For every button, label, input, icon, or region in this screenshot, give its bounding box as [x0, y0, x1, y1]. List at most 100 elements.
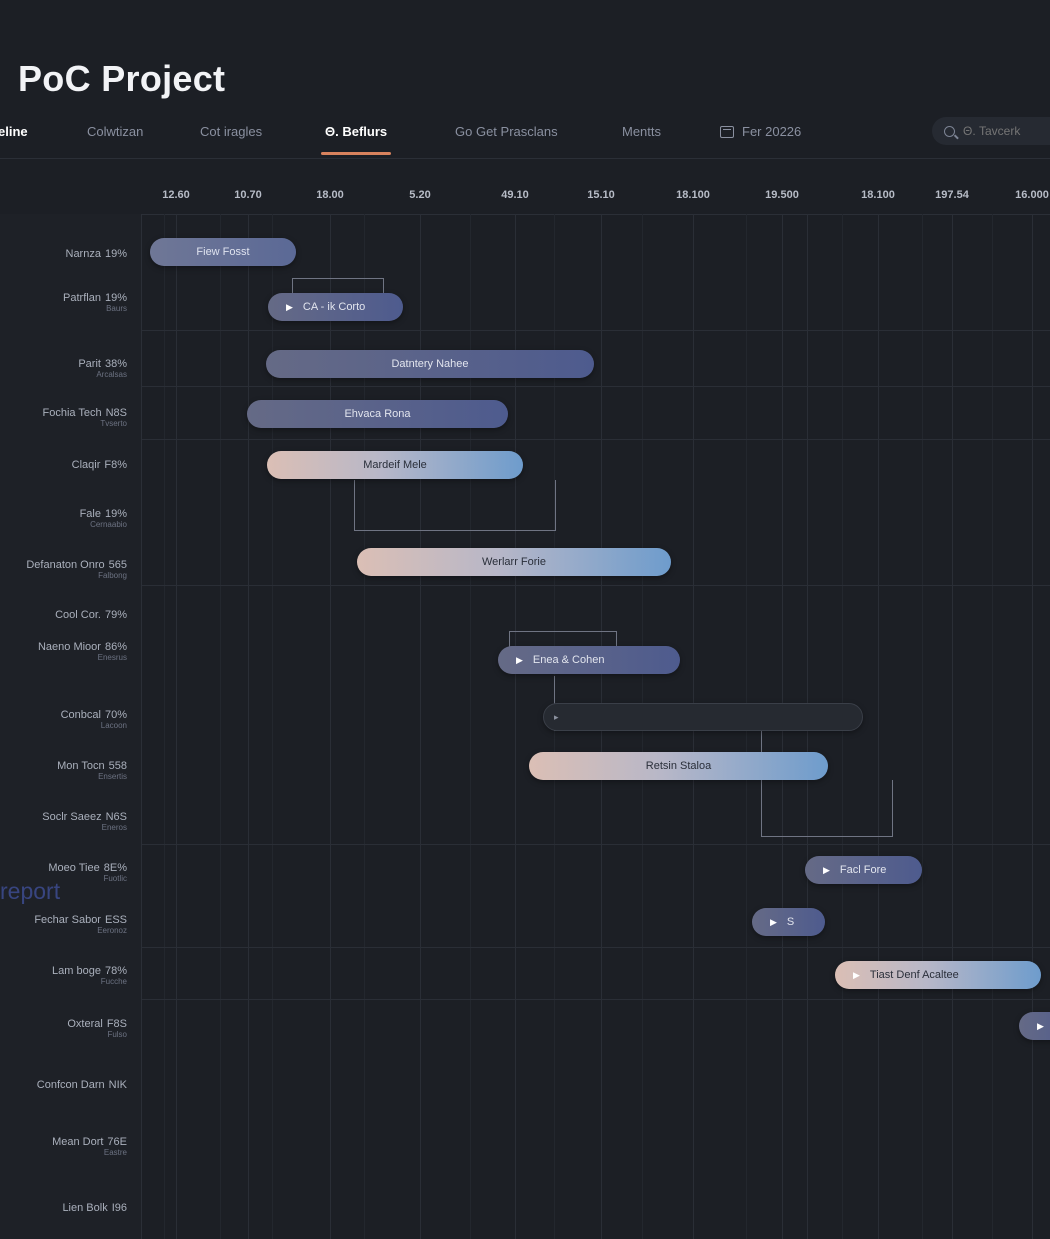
bar-label: Ehvaca Rona: [344, 408, 411, 420]
grid-line: [176, 214, 177, 1239]
dependency-connector: [354, 480, 556, 531]
bar-label: Retsin Staloa: [645, 760, 712, 772]
row-label[interactable]: Naeno Mioor 86% Enesrus: [38, 641, 127, 662]
dependency-connector: [292, 278, 384, 293]
page-title: PoC Project: [18, 58, 226, 99]
gantt-bar[interactable]: Datntery Nahee: [266, 350, 594, 378]
grid-line: [922, 214, 923, 1239]
bar-label: S: [786, 916, 795, 928]
gantt-bar[interactable]: ▶ Enea & Cohen: [498, 646, 680, 674]
bar-label: Fiew Fosst: [196, 246, 250, 258]
timeline-tick: 16.000: [1015, 189, 1049, 201]
grid-line: [952, 214, 953, 1239]
gantt-bar[interactable]: Mardeif Mele: [267, 451, 523, 479]
gantt-bar[interactable]: ▸: [543, 703, 863, 731]
grid-line: [220, 214, 221, 1239]
watermark-text: report: [0, 878, 61, 904]
row-label[interactable]: Fechar Sabor ESS Eeronoz: [34, 914, 127, 935]
tab-plans[interactable]: Go Get Prasclans: [455, 120, 558, 143]
play-icon: ▶: [823, 864, 830, 875]
row-label[interactable]: Moeo Tiee 8E% Fuotlic: [48, 862, 127, 883]
timeline-tick: 18.100: [861, 189, 895, 201]
timeline-tick: 5.20: [409, 189, 431, 201]
row-label[interactable]: Soclr Saeez N6S Eneros: [42, 811, 127, 832]
timeline-tick: 10.70: [234, 189, 262, 201]
play-icon: ▸: [554, 711, 559, 722]
row-separator: [142, 439, 1050, 440]
grid-line: [1032, 214, 1033, 1239]
gantt-bar[interactable]: Ehvaca Rona: [247, 400, 508, 428]
dependency-connector: [554, 676, 555, 706]
play-icon: ▶: [853, 969, 860, 980]
row-label-panel: Narnza 19% Patrflan 19% Baurs Parit 38% Arcal…: [0, 214, 142, 1239]
row-label[interactable]: Conbcal 70% Lacoon: [61, 709, 127, 730]
dependency-connector: [761, 730, 762, 752]
tab-timeline[interactable]: eline: [0, 120, 28, 143]
row-label[interactable]: Fale 19% Cernaabio: [80, 508, 127, 529]
gantt-bar[interactable]: ▶ S: [752, 908, 825, 936]
row-label[interactable]: Lien Bolk I96: [62, 1202, 127, 1214]
bar-label: Datntery Nahee: [391, 358, 469, 370]
gantt-bar[interactable]: Werlarr Forie: [357, 548, 671, 576]
row-label[interactable]: Defanaton Onro 565 Falbong: [26, 559, 127, 580]
play-icon: ▶: [770, 916, 777, 927]
timeline-header: 12.60 10.70 18.00 5.20 49.10 15.10 18.10…: [0, 159, 1050, 215]
row-separator: [142, 999, 1050, 1000]
tab-filters[interactable]: Θ. Beflurs: [320, 120, 392, 155]
search-input[interactable]: [961, 123, 1050, 139]
row-separator: [142, 330, 1050, 331]
timeline-tick: 18.100: [676, 189, 710, 201]
bar-label: CA - ik Corto: [302, 301, 366, 313]
bar-label: Werlarr Forie: [482, 556, 546, 568]
bar-label: Enea & Cohen: [532, 654, 605, 666]
row-label[interactable]: Narnza 19%: [66, 248, 128, 260]
grid-line: [164, 214, 165, 1239]
bar-label: Tiast Denf Acaltee: [869, 969, 959, 981]
gantt-bar[interactable]: Retsin Staloa: [529, 752, 828, 780]
grid-line: [248, 214, 249, 1239]
grid-line: [878, 214, 879, 1239]
row-label[interactable]: Claqir F8%: [72, 459, 127, 471]
row-separator: [142, 947, 1050, 948]
timeline-tick: 197.54: [935, 189, 969, 201]
tab-categories[interactable]: Cot iragles: [200, 120, 262, 143]
row-label[interactable]: Parit 38% Arcalsas: [78, 358, 127, 379]
tab-date-range[interactable]: Fer 20226: [720, 120, 801, 143]
row-separator: [142, 844, 1050, 845]
gantt-bar[interactable]: ▶: [1019, 1012, 1050, 1040]
gantt-bar[interactable]: Fiew Fosst: [150, 238, 296, 266]
grid-line: [992, 214, 993, 1239]
timeline-tick: 18.00: [316, 189, 344, 201]
search-box[interactable]: [932, 117, 1050, 145]
date-range-label: Fer 20226: [742, 124, 802, 139]
calendar-icon: [720, 125, 734, 138]
timeline-tick: 12.60: [162, 189, 190, 201]
row-label[interactable]: Patrflan 19% Baurs: [63, 292, 127, 313]
gantt-bar[interactable]: ▶ Tiast Denf Acaltee: [835, 961, 1041, 989]
tab-months[interactable]: Mentts: [622, 120, 661, 143]
row-label[interactable]: Fochia Tech N8S Tvserto: [42, 407, 127, 428]
row-label[interactable]: Lam boge 78% Fucche: [52, 965, 127, 986]
timeline-tick: 19.500: [765, 189, 799, 201]
bar-label: Mardeif Mele: [363, 459, 427, 471]
bar-label: Facl Fore: [839, 864, 887, 876]
timeline-tick: 15.10: [587, 189, 615, 201]
row-label[interactable]: Cool Cor. 79%: [55, 609, 127, 621]
row-separator: [142, 585, 1050, 586]
tab-columns[interactable]: Colwtizan: [87, 120, 143, 143]
search-icon: [944, 125, 955, 137]
play-icon: ▶: [286, 301, 293, 312]
row-label[interactable]: Mon Tocn 558 Ensertis: [57, 760, 127, 781]
play-icon: ▶: [516, 654, 523, 665]
dependency-connector: [761, 780, 893, 837]
gantt-bar[interactable]: ▶ Facl Fore: [805, 856, 922, 884]
row-separator: [142, 386, 1050, 387]
row-label[interactable]: Oxteral F8S Fulso: [67, 1018, 127, 1039]
gantt-grid: Fiew Fosst ▶ CA - ik Corto Datntery Nahee…: [142, 214, 1050, 1239]
row-label[interactable]: Confcon Darn NIK: [37, 1079, 127, 1091]
play-icon: ▶: [1037, 1020, 1044, 1031]
gantt-bar[interactable]: ▶ CA - ik Corto: [268, 293, 403, 321]
gantt-app: PoC Project eline Colwtizan Cot iragles …: [0, 0, 1050, 1239]
tab-bar: eline Colwtizan Cot iragles Θ. Beflurs G…: [0, 112, 1050, 159]
row-label[interactable]: Mean Dort 76E Eastre: [52, 1136, 127, 1157]
